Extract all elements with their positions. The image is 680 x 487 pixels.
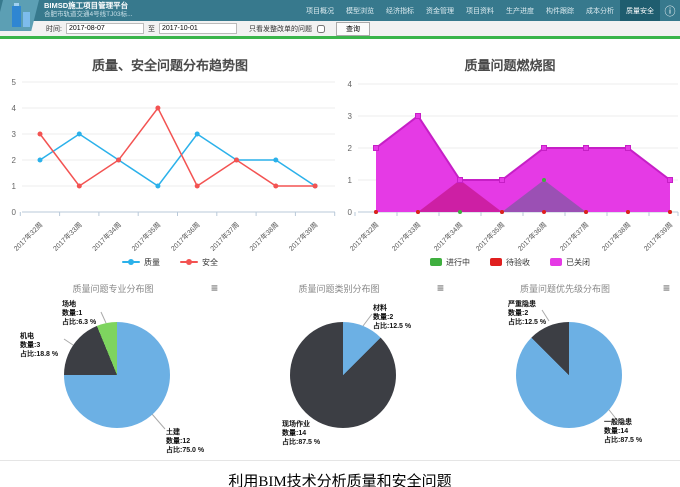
pie-panel-specialty: 质量问题专业分布图 ≡ 场地 数量:1 占比:6.3 % 机电 数量:3 占比:… <box>0 282 226 460</box>
svg-text:2017年32周: 2017年32周 <box>12 220 45 253</box>
tab-quality-safety[interactable]: 质量安全 <box>620 0 660 21</box>
start-date-input[interactable] <box>66 23 144 34</box>
pie-specialty-title: 质量问题专业分布图 <box>0 282 226 295</box>
pie-label-civil: 土建 数量:12 占比:75.0 % <box>166 428 204 455</box>
pie-charts-row: 质量问题专业分布图 ≡ 场地 数量:1 占比:6.3 % 机电 数量:3 占比:… <box>0 270 680 461</box>
pie-specialty-chart[interactable] <box>64 322 170 428</box>
tab-project-overview[interactable]: 项目概况 <box>300 0 340 21</box>
trend-chart-panel: 质量、安全问题分布趋势图 0123452017年32周2017年33周2017年… <box>0 42 340 270</box>
svg-text:2017年38周: 2017年38周 <box>600 220 633 253</box>
pie-label-site-work: 现场作业 数量:14 占比:87.5 % <box>282 420 320 447</box>
tab-production-progress[interactable]: 生产进度 <box>500 0 540 21</box>
svg-text:2017年35周: 2017年35周 <box>130 220 163 253</box>
pie-panel-category: 质量问题类别分布图 ≡ 材料 数量:2 占比:12.5 % 现场作业 数量:14… <box>226 282 452 460</box>
svg-text:1: 1 <box>12 182 17 191</box>
app-title: BIMSD施工项目管理平台 <box>44 2 132 11</box>
time-label: 时间: <box>46 24 62 34</box>
closed-swatch <box>550 258 562 266</box>
main-nav: 项目概况 模型浏览 经济指标 资金管理 项目资料 生产进度 构件跟踪 成本分析 … <box>300 0 680 21</box>
svg-text:0: 0 <box>12 208 17 217</box>
svg-text:2017年33周: 2017年33周 <box>51 220 84 253</box>
tab-component-tracking[interactable]: 构件跟踪 <box>540 0 580 21</box>
svg-text:1: 1 <box>348 176 353 185</box>
svg-text:2017年34周: 2017年34周 <box>432 220 465 253</box>
pie-category-chart[interactable] <box>290 322 396 428</box>
safety-line-marker <box>180 258 198 266</box>
tab-economic-indicators[interactable]: 经济指标 <box>380 0 420 21</box>
svg-text:2017年38周: 2017年38周 <box>247 220 280 253</box>
filter-bar: 时间: 至 只看发整改单的问题 查询 <box>0 21 680 36</box>
menu-icon[interactable]: ≡ <box>211 282 218 294</box>
app-subtitle: 合肥市轨道交通4号线TJ03标... <box>44 11 132 18</box>
tab-cost-analysis[interactable]: 成本分析 <box>580 0 620 21</box>
pie-priority-chart[interactable] <box>516 322 622 428</box>
legend-item-safety[interactable]: 安全 <box>180 257 218 268</box>
svg-text:3: 3 <box>348 112 353 121</box>
svg-text:2017年37周: 2017年37周 <box>558 220 591 253</box>
svg-text:2: 2 <box>348 144 353 153</box>
pie-label-material: 材料 数量:2 占比:12.5 % <box>373 304 411 331</box>
pie-label-mep: 机电 数量:3 占比:18.8 % <box>20 332 58 359</box>
trend-chart-title: 质量、安全问题分布趋势图 <box>0 42 340 76</box>
legend-item-quality[interactable]: 质量 <box>122 257 160 268</box>
svg-text:2017年33周: 2017年33周 <box>390 220 423 253</box>
legend-item-closed[interactable]: 已关闭 <box>550 257 590 268</box>
svg-text:2017年37周: 2017年37周 <box>208 220 241 253</box>
burndown-chart-plot[interactable]: 0 1 2 3 4 2017年32周 2017年33周 2017年34周 2017年35周 201… <box>340 76 680 254</box>
pie-label-general-hazard: 一般隐患 数量:14 占比:87.5 % <box>604 418 642 445</box>
pie-category-title: 质量问题类别分布图 <box>226 282 452 295</box>
pie-panel-priority: 质量问题优先级分布图 ≡ 严重隐患 数量:2 占比:12.5 % 一般隐患 数量… <box>452 282 678 460</box>
quality-line-marker <box>122 258 140 266</box>
logo-building-icon <box>11 3 33 29</box>
menu-icon[interactable]: ≡ <box>437 282 444 294</box>
query-button[interactable]: 查询 <box>336 22 370 36</box>
svg-text:2: 2 <box>12 156 17 165</box>
burndown-chart-panel: 质量问题燃烧图 0 1 2 3 4 2017年32周 2017年33周 2017年34周 201… <box>340 42 680 270</box>
tab-model-browse[interactable]: 模型浏览 <box>340 0 380 21</box>
menu-icon[interactable]: ≡ <box>663 282 670 294</box>
app-header: BIMSD施工项目管理平台 合肥市轨道交通4号线TJ03标... 项目概况 模型… <box>0 0 680 21</box>
top-charts-row: 质量、安全问题分布趋势图 0123452017年32周2017年33周2017年… <box>0 39 680 270</box>
trend-legend: 质量 安全 <box>0 254 340 270</box>
pie-label-serious-hazard: 严重隐患 数量:2 占比:12.5 % <box>508 300 546 327</box>
svg-text:2017年39周: 2017年39周 <box>642 220 675 253</box>
dashboard-screen: BIMSD施工项目管理平台 合肥市轨道交通4号线TJ03标... 项目概况 模型… <box>0 0 680 487</box>
svg-text:2017年39周: 2017年39周 <box>287 220 320 253</box>
svg-text:3: 3 <box>12 130 17 139</box>
figure-caption: 利用BIM技术分析质量和安全问题 <box>0 461 680 487</box>
trend-chart-plot[interactable]: 0123452017年32周2017年33周2017年34周2017年35周20… <box>0 76 340 254</box>
legend-item-in-progress[interactable]: 进行中 <box>430 257 470 268</box>
svg-text:2017年36周: 2017年36周 <box>516 220 549 253</box>
burndown-legend: 进行中 待验收 已关闭 <box>340 254 680 270</box>
svg-text:2017年34周: 2017年34周 <box>90 220 123 253</box>
rectification-only-label: 只看发整改单的问题 <box>249 24 312 34</box>
in-progress-swatch <box>430 258 442 266</box>
to-label: 至 <box>148 24 155 34</box>
app-titles: BIMSD施工项目管理平台 合肥市轨道交通4号线TJ03标... <box>44 0 132 21</box>
tab-project-documents[interactable]: 项目资料 <box>460 0 500 21</box>
info-icon[interactable]: ⓘ <box>660 0 680 21</box>
svg-text:2017年35周: 2017年35周 <box>474 220 507 253</box>
svg-text:4: 4 <box>348 80 353 89</box>
svg-text:0: 0 <box>348 208 353 217</box>
pie-priority-title: 质量问题优先级分布图 <box>452 282 678 295</box>
svg-text:5: 5 <box>12 78 17 87</box>
pie-label-site: 场地 数量:1 占比:6.3 % <box>62 300 96 327</box>
legend-item-pending-acceptance[interactable]: 待验收 <box>490 257 530 268</box>
pending-acceptance-swatch <box>490 258 502 266</box>
rectification-only-checkbox[interactable] <box>317 25 325 33</box>
svg-text:2017年36周: 2017年36周 <box>169 220 202 253</box>
burndown-chart-title: 质量问题燃烧图 <box>340 42 680 76</box>
end-date-input[interactable] <box>159 23 237 34</box>
svg-text:2017年32周: 2017年32周 <box>348 220 381 253</box>
svg-text:4: 4 <box>12 104 17 113</box>
tab-fund-management[interactable]: 资金管理 <box>420 0 460 21</box>
